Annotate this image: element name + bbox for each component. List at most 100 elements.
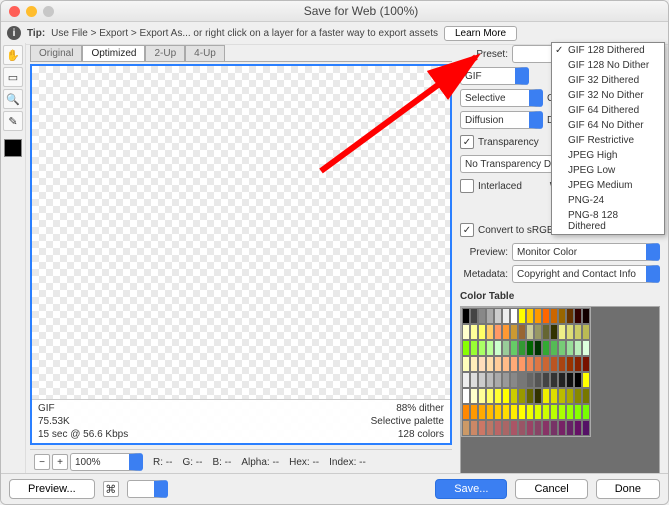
done-button[interactable]: Done [596,479,660,499]
color-swatch[interactable] [542,404,550,420]
color-swatch[interactable] [550,404,558,420]
dither-method-select[interactable]: Diffusion [460,111,543,129]
color-swatch[interactable] [462,340,470,356]
color-swatch[interactable] [558,404,566,420]
save-button[interactable]: Save... [435,479,507,499]
color-swatch[interactable] [574,308,582,324]
color-swatch[interactable] [494,340,502,356]
color-swatch[interactable] [470,340,478,356]
color-swatch[interactable] [534,356,542,372]
preset-option[interactable]: GIF 32 Dithered [552,73,664,88]
color-swatch[interactable] [462,420,470,436]
color-swatch[interactable] [494,356,502,372]
browser-select[interactable] [127,480,168,498]
color-swatch[interactable] [558,340,566,356]
preset-option[interactable]: GIF 64 Dithered [552,103,664,118]
preset-option[interactable]: JPEG High [552,148,664,163]
color-swatch[interactable] [566,420,574,436]
color-swatch[interactable] [526,324,534,340]
color-swatch[interactable] [494,372,502,388]
color-swatch[interactable] [502,340,510,356]
color-swatch[interactable] [526,356,534,372]
color-swatch[interactable] [470,372,478,388]
color-swatch[interactable] [502,420,510,436]
color-swatch[interactable] [574,420,582,436]
preset-option[interactable]: JPEG Low [552,163,664,178]
color-table[interactable] [461,307,591,437]
color-swatch[interactable] [478,372,486,388]
color-swatch[interactable] [526,340,534,356]
color-swatch[interactable] [494,388,502,404]
metadata-select[interactable]: Copyright and Contact Info [512,265,660,283]
preset-option[interactable]: JPEG Medium [552,178,664,193]
tab-original[interactable]: Original [30,45,82,61]
color-swatch[interactable] [574,324,582,340]
preview-canvas[interactable]: GIF 75.53K 15 sec @ 56.6 Kbps 88% dither… [30,64,452,445]
browser-preview-icon[interactable]: ⌘ [103,481,119,497]
color-swatch[interactable] [526,372,534,388]
tab-4up[interactable]: 4-Up [185,45,225,61]
color-swatch[interactable] [582,340,590,356]
preview-button[interactable]: Preview... [9,479,95,499]
color-swatch[interactable] [518,324,526,340]
color-swatch[interactable] [574,372,582,388]
color-swatch[interactable] [494,404,502,420]
color-swatch[interactable] [582,356,590,372]
color-swatch[interactable] [550,308,558,324]
color-swatch[interactable] [566,404,574,420]
color-swatch[interactable] [510,308,518,324]
foreground-swatch[interactable] [4,139,22,157]
color-swatch[interactable] [462,372,470,388]
srgb-checkbox[interactable] [460,223,474,237]
color-swatch[interactable] [470,356,478,372]
color-swatch[interactable] [462,356,470,372]
color-swatch[interactable] [558,388,566,404]
color-swatch[interactable] [550,340,558,356]
preset-option[interactable]: PNG-8 128 Dithered [552,208,664,234]
color-swatch[interactable] [518,340,526,356]
color-swatch[interactable] [478,340,486,356]
color-swatch[interactable] [558,420,566,436]
color-swatch[interactable] [494,420,502,436]
learn-more-button[interactable]: Learn More [444,26,517,41]
color-swatch[interactable] [510,420,518,436]
cancel-button[interactable]: Cancel [515,479,587,499]
color-swatch[interactable] [574,388,582,404]
close-window-icon[interactable] [9,6,20,17]
color-swatch[interactable] [526,388,534,404]
color-swatch[interactable] [470,308,478,324]
reduction-select[interactable]: Selective [460,89,543,107]
color-swatch[interactable] [470,324,478,340]
color-swatch[interactable] [486,340,494,356]
color-swatch[interactable] [582,420,590,436]
color-swatch[interactable] [574,356,582,372]
color-swatch[interactable] [478,404,486,420]
color-swatch[interactable] [558,356,566,372]
color-swatch[interactable] [534,404,542,420]
color-swatch[interactable] [518,420,526,436]
color-swatch[interactable] [526,420,534,436]
preset-option[interactable]: GIF 128 Dithered [552,43,664,58]
color-swatch[interactable] [470,388,478,404]
zoom-out-button[interactable]: − [34,454,50,470]
color-swatch[interactable] [566,340,574,356]
filetype-select[interactable]: GIF [460,67,529,85]
color-swatch[interactable] [558,324,566,340]
color-swatch[interactable] [550,420,558,436]
color-swatch[interactable] [550,324,558,340]
color-swatch[interactable] [566,324,574,340]
color-swatch[interactable] [510,356,518,372]
color-swatch[interactable] [478,388,486,404]
transparency-checkbox[interactable] [460,135,474,149]
color-swatch[interactable] [582,308,590,324]
color-swatch[interactable] [486,388,494,404]
color-swatch[interactable] [510,372,518,388]
preset-option[interactable]: PNG-24 [552,193,664,208]
color-swatch[interactable] [470,404,478,420]
color-swatch[interactable] [502,324,510,340]
color-swatch[interactable] [486,420,494,436]
color-swatch[interactable] [462,404,470,420]
color-swatch[interactable] [478,356,486,372]
color-swatch[interactable] [486,324,494,340]
color-swatch[interactable] [518,404,526,420]
